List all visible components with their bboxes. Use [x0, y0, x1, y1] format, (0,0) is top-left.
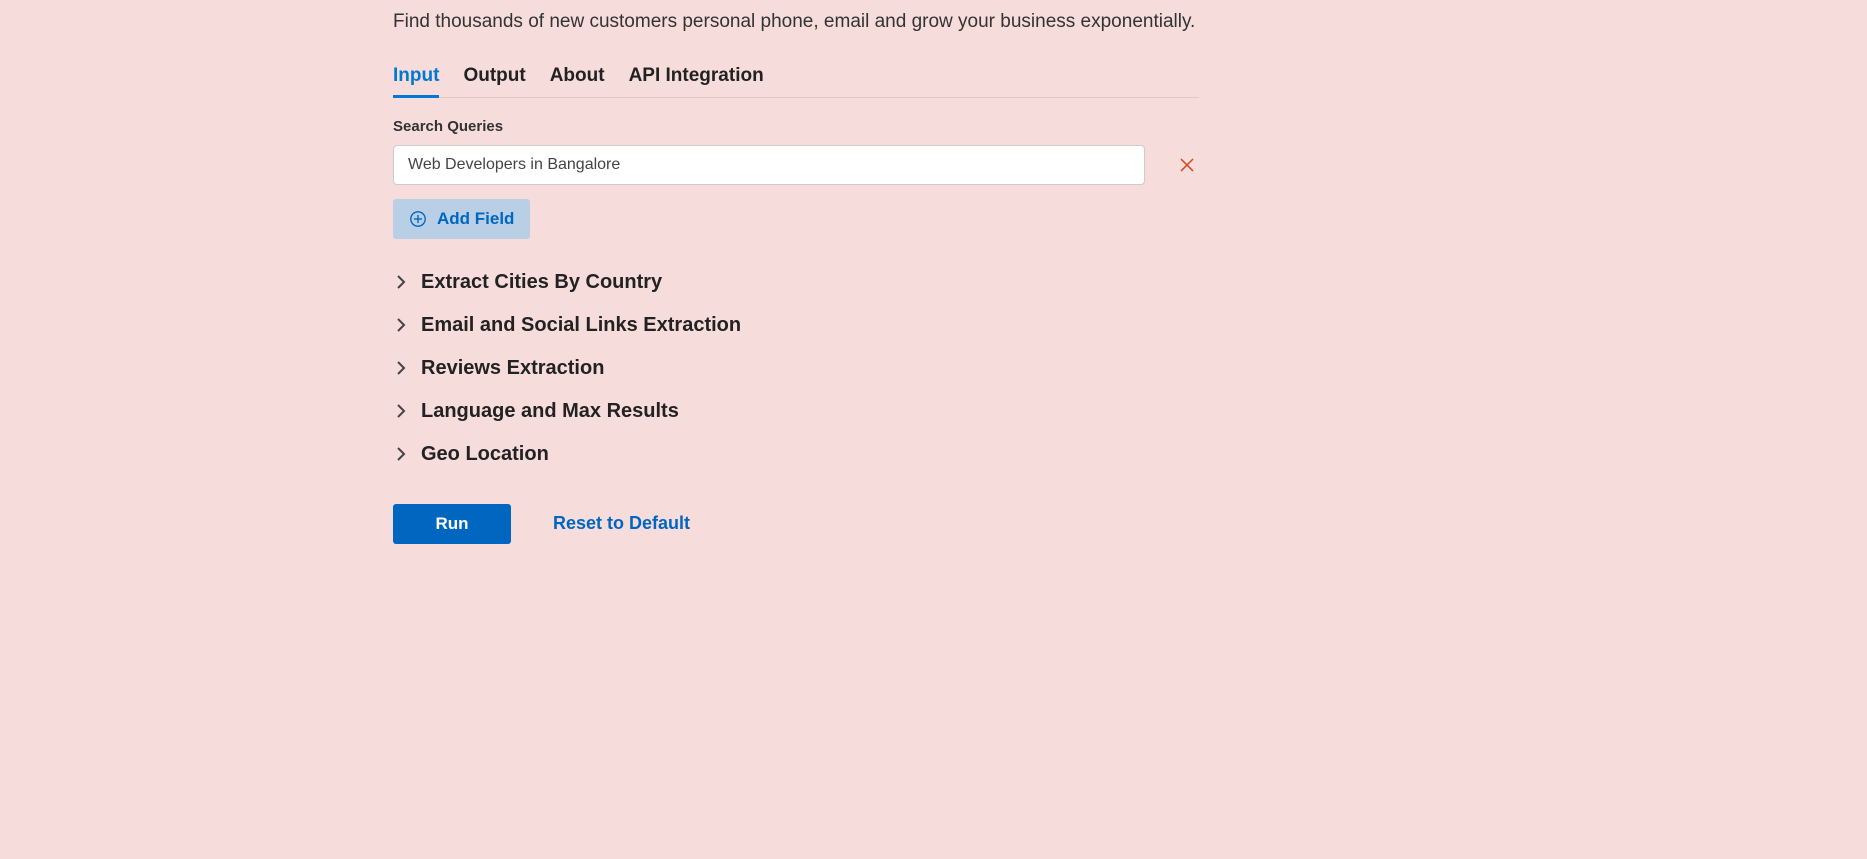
accordion-title: Email and Social Links Extraction: [421, 314, 741, 337]
accordion-geo-location[interactable]: Geo Location: [393, 433, 1199, 476]
chevron-right-icon: [393, 446, 409, 462]
accordion-title: Geo Location: [421, 443, 549, 466]
tabs-container: Input Output About API Integration: [393, 57, 1199, 98]
chevron-right-icon: [393, 403, 409, 419]
tab-about[interactable]: About: [550, 57, 605, 97]
actions-row: Run Reset to Default: [393, 504, 1199, 544]
page-description: Find thousands of new customers personal…: [393, 8, 1199, 37]
search-query-input[interactable]: [393, 145, 1145, 185]
reset-to-default-link[interactable]: Reset to Default: [553, 513, 690, 534]
accordion-reviews[interactable]: Reviews Extraction: [393, 347, 1199, 390]
remove-query-button[interactable]: [1175, 153, 1199, 177]
accordion-title: Extract Cities By Country: [421, 271, 662, 294]
chevron-right-icon: [393, 317, 409, 333]
search-queries-label: Search Queries: [393, 118, 1199, 135]
accordion-extract-cities[interactable]: Extract Cities By Country: [393, 261, 1199, 304]
accordion-email-social[interactable]: Email and Social Links Extraction: [393, 304, 1199, 347]
accordion-language-max[interactable]: Language and Max Results: [393, 390, 1199, 433]
add-field-button[interactable]: Add Field: [393, 199, 530, 239]
tab-api-integration[interactable]: API Integration: [629, 57, 764, 97]
chevron-right-icon: [393, 360, 409, 376]
chevron-right-icon: [393, 274, 409, 290]
accordion-title: Language and Max Results: [421, 400, 679, 423]
tab-output[interactable]: Output: [463, 57, 525, 97]
accordion-title: Reviews Extraction: [421, 357, 604, 380]
run-button[interactable]: Run: [393, 504, 511, 544]
tab-input[interactable]: Input: [393, 57, 439, 97]
search-query-row: [393, 145, 1199, 185]
plus-circle-icon: [409, 210, 427, 228]
add-field-label: Add Field: [437, 209, 514, 229]
close-icon: [1179, 157, 1195, 173]
